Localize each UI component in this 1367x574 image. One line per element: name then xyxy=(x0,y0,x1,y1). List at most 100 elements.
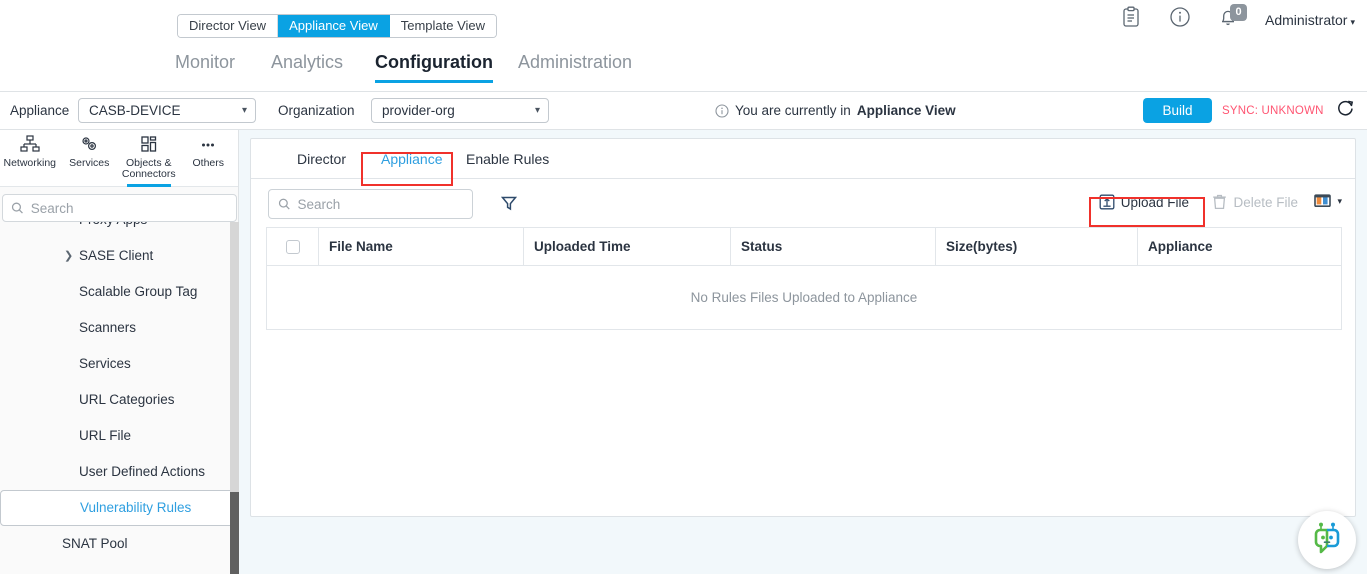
upload-icon xyxy=(1099,194,1115,210)
view-switch[interactable]: Director View Appliance View Template Vi… xyxy=(177,14,497,38)
context-bar: Appliance CASB-DEVICE ▾ Organization pro… xyxy=(0,92,1367,130)
sidebar-category-strip: Networking Services Obje xyxy=(0,130,238,187)
sidebar-item-user-defined-actions[interactable]: User Defined Actions xyxy=(0,454,239,490)
view-mode-notice-strong: Appliance View xyxy=(857,103,956,118)
sidebar-scrollbar[interactable] xyxy=(230,222,239,574)
view-switch-template[interactable]: Template View xyxy=(390,15,496,37)
chevron-down-icon: ▾ xyxy=(1337,196,1342,207)
sidebar-item-snat-pool[interactable]: SNAT Pool xyxy=(0,526,239,562)
chatbot-launcher[interactable] xyxy=(1298,511,1356,569)
view-switch-director[interactable]: Director View xyxy=(178,15,278,37)
chevron-down-icon: ▾ xyxy=(535,105,540,116)
refresh-icon[interactable] xyxy=(1336,99,1355,123)
info-icon xyxy=(715,104,729,118)
clipboard-icon[interactable] xyxy=(1121,6,1147,34)
appliance-select[interactable]: CASB-DEVICE ▾ xyxy=(78,98,256,123)
main-content: Director Appliance Enable Rules xyxy=(239,130,1367,574)
sidebar-item-vulnerability-rules[interactable]: Vulnerability Rules xyxy=(0,490,239,526)
user-menu[interactable]: Administrator▾ xyxy=(1265,12,1357,28)
header-icon-group: 0 Administrator▾ xyxy=(1121,6,1357,34)
table-body: No Rules Files Uploaded to Appliance xyxy=(267,266,1342,330)
app-root: Director View Appliance View Template Vi… xyxy=(0,0,1367,574)
organization-select[interactable]: provider-org ▾ xyxy=(371,98,549,123)
sidebar-category-label: Networking xyxy=(3,157,56,169)
column-header-appliance[interactable]: Appliance xyxy=(1138,228,1342,266)
table-head: File Name Uploaded Time Status Size(byte… xyxy=(267,228,1342,266)
table-empty-row: No Rules Files Uploaded to Appliance xyxy=(267,266,1342,330)
search-icon xyxy=(278,197,291,211)
column-header-status[interactable]: Status xyxy=(731,228,936,266)
filter-funnel-icon[interactable] xyxy=(500,194,518,217)
organization-label: Organization xyxy=(278,103,355,118)
organization-select-value: provider-org xyxy=(382,103,455,118)
sidebar-search[interactable] xyxy=(2,194,237,222)
sidebar-item-services[interactable]: Services xyxy=(0,346,239,382)
nav-item-administration[interactable]: Administration xyxy=(518,52,632,83)
sidebar-category-label: Others xyxy=(192,157,224,169)
sidebar-category-services[interactable]: Services xyxy=(60,130,120,186)
upload-file-label: Upload File xyxy=(1121,195,1189,210)
build-button[interactable]: Build xyxy=(1143,98,1212,123)
column-settings-icon[interactable]: ▾ xyxy=(1314,193,1342,209)
table-search[interactable] xyxy=(268,189,473,219)
table-search-input[interactable] xyxy=(298,197,463,212)
info-icon[interactable] xyxy=(1169,6,1195,34)
tab-director[interactable]: Director xyxy=(287,139,356,179)
user-menu-label: Administrator xyxy=(1265,12,1347,28)
view-mode-notice-text: You are currently in xyxy=(735,103,851,118)
table-toolbar: Upload File Delete File xyxy=(251,179,1355,227)
sidebar-search-input[interactable] xyxy=(31,201,228,216)
sidebar-category-label: Services xyxy=(69,157,109,169)
nav-item-configuration[interactable]: Configuration xyxy=(375,52,493,83)
sidebar-item-scanners[interactable]: Scanners xyxy=(0,310,239,346)
objects-connectors-icon xyxy=(119,135,179,155)
view-switch-appliance[interactable]: Appliance View xyxy=(278,15,390,37)
top-header: Director View Appliance View Template Vi… xyxy=(0,0,1367,92)
vulnerability-rules-card: Director Appliance Enable Rules xyxy=(250,138,1356,517)
chevron-right-icon: ❯ xyxy=(64,238,73,274)
others-icon xyxy=(179,135,239,155)
upload-file-button[interactable]: Upload File xyxy=(1099,194,1189,210)
chevron-down-icon: ▾ xyxy=(242,105,247,116)
appliance-select-value: CASB-DEVICE xyxy=(89,103,181,118)
view-mode-notice: You are currently in Appliance View xyxy=(715,103,956,118)
sidebar-item-url-file[interactable]: URL File xyxy=(0,418,239,454)
notification-badge: 0 xyxy=(1230,4,1247,21)
sidebar-item-url-categories[interactable]: URL Categories xyxy=(0,382,239,418)
card-tabs: Director Appliance Enable Rules xyxy=(251,139,1355,179)
sync-status-badge: SYNC: UNKNOWN xyxy=(1222,105,1324,117)
bell-icon[interactable]: 0 xyxy=(1217,6,1243,34)
chevron-down-icon: ▾ xyxy=(1350,17,1355,27)
select-all-checkbox[interactable] xyxy=(286,240,300,254)
tab-appliance[interactable]: Appliance xyxy=(371,139,453,179)
left-sidebar: Networking Services Obje xyxy=(0,130,239,574)
table-empty-message: No Rules Files Uploaded to Appliance xyxy=(267,266,1342,330)
sidebar-item-scalable-group-tag[interactable]: Scalable Group Tag xyxy=(0,274,239,310)
sidebar-item-proxy-apps[interactable]: Proxy Apps xyxy=(0,222,239,238)
sidebar-category-others[interactable]: Others xyxy=(179,130,239,186)
sidebar-scrollbar-thumb[interactable] xyxy=(230,492,239,574)
main-navigation: Monitor Analytics Configuration Administ… xyxy=(0,52,1367,92)
tab-enable-rules[interactable]: Enable Rules xyxy=(456,139,559,179)
table-header-row: File Name Uploaded Time Status Size(byte… xyxy=(267,228,1342,266)
select-all-header xyxy=(267,228,319,266)
chatbot-robot-icon xyxy=(1307,520,1347,560)
nav-item-analytics[interactable]: Analytics xyxy=(271,52,343,83)
services-icon xyxy=(60,135,120,155)
rules-files-table: File Name Uploaded Time Status Size(byte… xyxy=(266,227,1342,330)
sidebar-category-networking[interactable]: Networking xyxy=(0,130,60,186)
search-icon xyxy=(11,201,24,215)
column-header-file-name[interactable]: File Name xyxy=(319,228,524,266)
sidebar-item-label: SASE Client xyxy=(79,248,153,263)
sidebar-item-list: Proxy Apps ❯ SASE Client Scalable Group … xyxy=(0,222,239,574)
sidebar-category-objects-connectors[interactable]: Objects & Connectors xyxy=(119,130,179,186)
nav-item-monitor[interactable]: Monitor xyxy=(175,52,235,83)
column-header-uploaded-time[interactable]: Uploaded Time xyxy=(524,228,731,266)
delete-file-label: Delete File xyxy=(1233,195,1298,210)
trash-icon xyxy=(1212,194,1227,210)
delete-file-button: Delete File xyxy=(1212,194,1298,210)
appliance-label: Appliance xyxy=(10,103,69,118)
sidebar-item-sase-client[interactable]: ❯ SASE Client xyxy=(0,238,239,274)
sidebar-category-label: Objects & Connectors xyxy=(122,157,176,180)
column-header-size-bytes[interactable]: Size(bytes) xyxy=(936,228,1138,266)
